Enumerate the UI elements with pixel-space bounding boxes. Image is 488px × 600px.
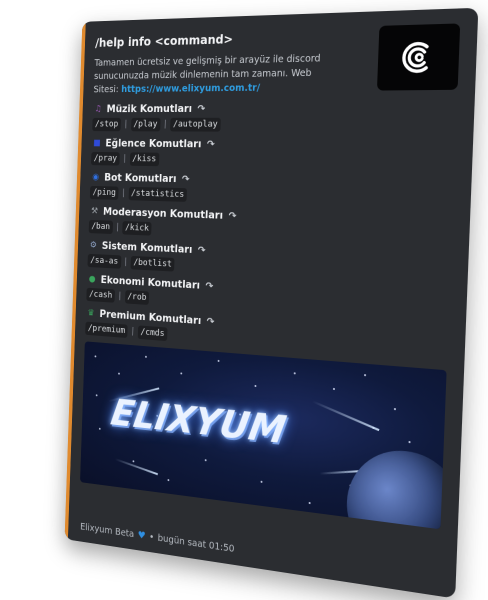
footer-name: Elixyum Beta	[79, 521, 135, 541]
embed-description: Tamamen ücretsiz ve gelişmiş bir arayüz …	[93, 52, 335, 97]
command-code[interactable]: /cmds	[137, 325, 168, 342]
category-label: Bot Komutları	[104, 172, 177, 186]
category-label: Eğlence Komutları	[105, 138, 202, 151]
website-link[interactable]: https://www.elixyum.com.tr/	[121, 82, 260, 94]
star-dot	[393, 408, 397, 411]
star-dot	[363, 374, 367, 377]
command-separator: |	[123, 120, 129, 130]
star-dot	[293, 372, 296, 375]
command-code[interactable]: /pray	[90, 152, 120, 166]
command-category: ◉ Bot Komutları ↷ /ping |/statistics	[89, 172, 454, 210]
command-code[interactable]: /kiss	[129, 152, 160, 167]
command-category: ♫ Müzik Komutları ↷/stop |/play |/autoplay	[92, 102, 457, 133]
category-label: Müzik Komutları	[106, 103, 193, 116]
command-categories: ♫ Müzik Komutları ↷/stop |/play |/autoplay ■ E…	[85, 102, 457, 363]
fun-icon: ■	[93, 138, 101, 149]
star-dot	[332, 388, 335, 391]
command-code[interactable]: /ban	[88, 220, 113, 235]
elixyum-logo-thumbnail	[376, 23, 461, 91]
star-dot	[118, 372, 120, 375]
blue-heart-icon: ♥	[137, 530, 146, 542]
embed-footer: Elixyum Beta ♥ • bugün saat 01:50	[80, 522, 235, 555]
star-dot	[217, 360, 220, 363]
star-dot	[95, 394, 98, 397]
crown-icon: ♛	[87, 308, 95, 319]
stage: /help info <command> Tamamen ücretsiz ve…	[0, 0, 488, 600]
money-icon: ●	[88, 274, 96, 285]
curved-arrow-icon: ↷	[228, 210, 237, 222]
footer-separator: •	[148, 531, 155, 544]
elixyum-logo-icon	[396, 36, 440, 79]
command-separator: |	[123, 257, 129, 268]
command-code[interactable]: /botlist	[130, 256, 175, 272]
star-dot	[254, 385, 257, 388]
light-streak	[114, 458, 158, 476]
command-separator: |	[117, 291, 123, 302]
light-streak	[312, 400, 380, 432]
elixyum-banner-image: ELIXYUM	[80, 341, 447, 530]
command-code[interactable]: /play	[130, 118, 161, 132]
category-label: Sistem Komutları	[101, 240, 193, 257]
command-separator: |	[120, 188, 126, 199]
curved-arrow-icon: ↷	[206, 139, 215, 151]
star-dot	[94, 355, 97, 358]
command-category: ■ Eğlence Komutları ↷/pray |/kiss	[90, 138, 456, 171]
category-label: Moderasyon Komutları	[102, 206, 224, 222]
star-dot	[308, 502, 311, 505]
banner-planet	[344, 445, 447, 530]
curved-arrow-icon: ↷	[197, 103, 206, 115]
command-code[interactable]: /ping	[89, 186, 119, 201]
star-dot	[180, 372, 183, 375]
help-embed: /help info <command> Tamamen ücretsiz ve…	[64, 7, 479, 599]
curved-arrow-icon: ↷	[206, 316, 215, 328]
embed-content: /help info <command> Tamamen ücretsiz ve…	[78, 21, 461, 585]
star-dot	[98, 428, 101, 431]
category-title: ♫ Müzik Komutları ↷	[93, 102, 457, 115]
banner-logo-text: ELIXYUM	[108, 391, 290, 453]
star-dot	[167, 479, 170, 482]
command-list: /pray |/kiss	[90, 152, 455, 171]
curved-arrow-icon: ↷	[205, 280, 214, 293]
music-icon: ♫	[94, 104, 102, 115]
command-separator: |	[162, 120, 168, 130]
command-code[interactable]: /premium	[85, 321, 129, 339]
star-dot	[260, 481, 263, 484]
command-separator: |	[114, 222, 121, 233]
bot-icon: ◉	[92, 172, 100, 183]
command-code[interactable]: /stop	[92, 118, 122, 132]
footer-timestamp: bugün saat 01:50	[157, 532, 235, 555]
command-separator: |	[130, 327, 136, 337]
command-separator: |	[122, 154, 128, 165]
command-code[interactable]: /rob	[124, 290, 150, 306]
command-code[interactable]: /kick	[122, 221, 152, 236]
command-code[interactable]: /sa-as	[87, 254, 121, 270]
star-dot	[204, 459, 207, 462]
star-dot	[132, 460, 135, 463]
gear-icon: ⚙	[89, 240, 97, 251]
star-dot	[408, 441, 411, 444]
command-code[interactable]: /autoplay	[170, 118, 221, 132]
command-code[interactable]: /statistics	[128, 187, 188, 203]
command-list: /stop |/play |/autoplay	[92, 118, 456, 133]
star-dot	[145, 356, 147, 359]
command-code[interactable]: /cash	[86, 287, 116, 304]
curved-arrow-icon: ↷	[197, 245, 206, 257]
curved-arrow-icon: ↷	[181, 174, 190, 186]
hammer-icon: ⚒	[90, 206, 99, 217]
category-title: ■ Eğlence Komutları ↷	[92, 138, 456, 153]
